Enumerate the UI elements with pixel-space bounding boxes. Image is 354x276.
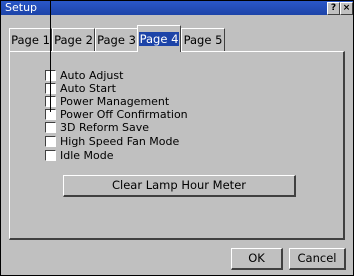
checkbox-label: Power Off Confirmation bbox=[60, 108, 188, 121]
tab-page-4[interactable]: Page 4 bbox=[137, 25, 181, 52]
callout-pointer-line bbox=[50, 0, 51, 112]
checkbox-auto-adjust[interactable]: Auto Adjust bbox=[45, 69, 123, 82]
checkbox-label: Power Management bbox=[60, 95, 170, 108]
clear-lamp-hour-meter-button[interactable]: Clear Lamp Hour Meter bbox=[63, 175, 296, 197]
help-button[interactable]: ? bbox=[327, 2, 340, 15]
tab-page-3[interactable]: Page 3 bbox=[95, 28, 138, 51]
tab-page-5[interactable]: Page 5 bbox=[181, 28, 225, 51]
checkbox-power-management[interactable]: Power Management bbox=[45, 95, 169, 108]
checkbox-label: High Speed Fan Mode bbox=[60, 135, 180, 148]
checkbox-label: Auto Start bbox=[60, 82, 116, 95]
checkbox-label: Auto Adjust bbox=[60, 69, 124, 82]
setup-dialog: Setup ? × Page 1 Page 2 Page 3 Page 4 Pa… bbox=[0, 0, 354, 276]
checkbox-box[interactable] bbox=[45, 122, 56, 133]
checkbox-label: Idle Mode bbox=[60, 149, 114, 162]
ok-button[interactable]: OK bbox=[231, 248, 283, 270]
checkbox-auto-start[interactable]: Auto Start bbox=[45, 82, 116, 95]
checkbox-label: 3D Reform Save bbox=[60, 121, 150, 134]
checkbox-3d-reform-save[interactable]: 3D Reform Save bbox=[45, 121, 149, 134]
checkbox-high-speed-fan-mode[interactable]: High Speed Fan Mode bbox=[45, 135, 179, 148]
title-bar[interactable]: Setup ? × bbox=[1, 1, 353, 15]
tab-page-1[interactable]: Page 1 bbox=[9, 28, 52, 51]
checkbox-idle-mode[interactable]: Idle Mode bbox=[45, 149, 114, 162]
tab-page-2[interactable]: Page 2 bbox=[52, 28, 95, 51]
checkbox-box[interactable] bbox=[45, 136, 56, 147]
tab-page-4-label: Page 4 bbox=[138, 32, 180, 46]
window-title: Setup bbox=[5, 1, 38, 14]
close-button[interactable]: × bbox=[340, 2, 353, 15]
cancel-button[interactable]: Cancel bbox=[289, 248, 346, 270]
checkbox-power-off-confirmation[interactable]: Power Off Confirmation bbox=[45, 108, 188, 121]
checkbox-box[interactable] bbox=[45, 150, 56, 161]
